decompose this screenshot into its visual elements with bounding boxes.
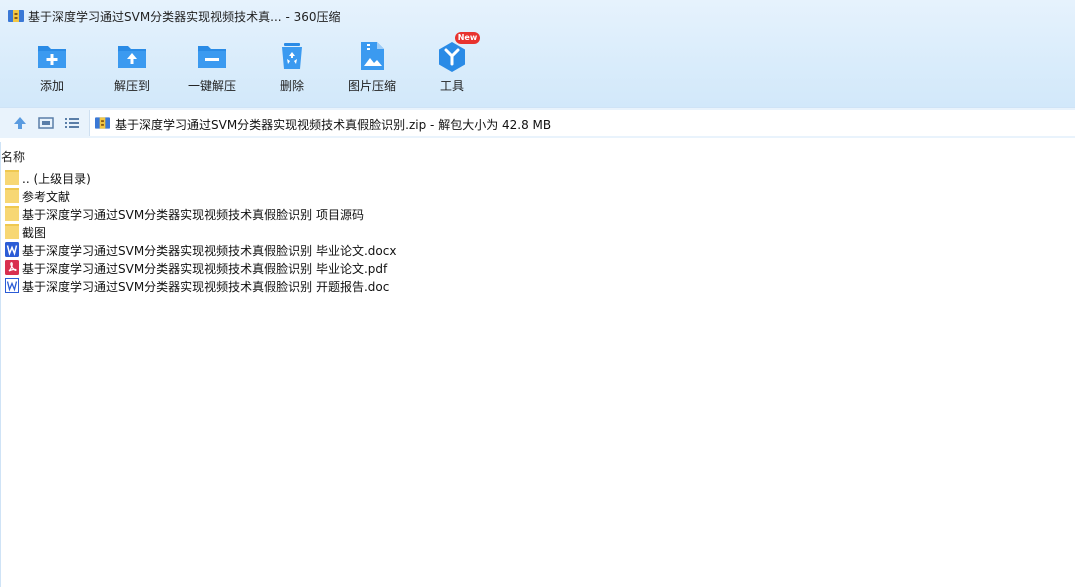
column-header-name[interactable]: 名称 (1, 148, 25, 165)
add-button[interactable]: 添加 (12, 36, 92, 100)
list-item[interactable]: 基于深度学习通过SVM分类器实现视频技术真假脸识别 项目源码 (5, 205, 605, 223)
add-archive-icon (38, 46, 66, 68)
recycle-bin-icon (282, 43, 302, 69)
pdf-file-icon (5, 260, 19, 275)
word-file-icon (5, 242, 19, 257)
image-compress-label: 图片压缩 (347, 79, 396, 93)
list-item[interactable]: 基于深度学习通过SVM分类器实现视频技术真假脸识别 毕业论文.docx (5, 241, 605, 259)
address-bar: 基于深度学习通过SVM分类器实现视频技术真假脸识别.zip - 解包大小为 42… (0, 107, 1075, 138)
list-item[interactable]: 参考文献 (5, 187, 605, 205)
list-item-name: 截图 (22, 226, 47, 240)
up-arrow-icon[interactable] (12, 115, 28, 131)
delete-label: 删除 (279, 79, 304, 93)
extract-to-button[interactable]: 解压到 (92, 36, 172, 100)
add-label: 添加 (39, 79, 64, 93)
list-item[interactable]: 基于深度学习通过SVM分类器实现视频技术真假脸识别 毕业论文.pdf (5, 259, 605, 277)
zip-archive-icon (95, 117, 110, 129)
tools-label: 工具 (439, 79, 464, 93)
extract-to-icon (118, 46, 146, 68)
folder-icon (5, 170, 19, 185)
list-item-name: 基于深度学习通过SVM分类器实现视频技术真假脸识别 开题报告.doc (22, 280, 390, 294)
folder-icon (5, 206, 19, 221)
thumbnail-view-icon[interactable] (38, 115, 54, 131)
delete-button[interactable]: 删除 (252, 36, 332, 100)
image-compress-icon (361, 42, 384, 70)
header-area: 基于深度学习通过SVM分类器实现视频技术真... - 360压缩 添加 解压到 (0, 0, 1075, 107)
file-list: 名称 .. (上级目录) 参考文献 基于深度学习通过SVM分类器实现视频技术真假… (0, 142, 1075, 587)
image-compress-button[interactable]: 图片压缩 (332, 36, 412, 100)
list-item-name: .. (上级目录) (22, 172, 91, 186)
list-item[interactable]: 基于深度学习通过SVM分类器实现视频技术真假脸识别 开题报告.doc (5, 277, 605, 295)
one-click-extract-button[interactable]: 一键解压 (172, 36, 252, 100)
path-field[interactable]: 基于深度学习通过SVM分类器实现视频技术真假脸识别.zip - 解包大小为 42… (89, 110, 1075, 136)
folder-icon (5, 224, 19, 239)
list-item-name: 基于深度学习通过SVM分类器实现视频技术真假脸识别 毕业论文.pdf (22, 262, 388, 276)
one-click-extract-label: 一键解压 (187, 79, 236, 93)
folder-icon (5, 188, 19, 203)
one-click-extract-icon (198, 46, 226, 68)
list-item-name: 基于深度学习通过SVM分类器实现视频技术真假脸识别 项目源码 (22, 208, 364, 222)
path-text: 基于深度学习通过SVM分类器实现视频技术真假脸识别.zip - 解包大小为 42… (115, 118, 552, 132)
app-archive-icon (8, 10, 24, 22)
window-title: 基于深度学习通过SVM分类器实现视频技术真... - 360压缩 (28, 10, 341, 24)
toolbar: 添加 解压到 一键解压 删除 图片压缩 工具 (0, 36, 560, 100)
list-view-icon[interactable] (64, 115, 80, 131)
list-item[interactable]: 截图 (5, 223, 605, 241)
list-item[interactable]: .. (上级目录) (5, 169, 605, 187)
extract-to-label: 解压到 (113, 79, 150, 93)
tools-button[interactable]: 工具 (412, 36, 492, 100)
new-badge: New (455, 32, 480, 44)
list-item-name: 参考文献 (22, 190, 71, 204)
tools-icon (439, 42, 465, 72)
word-doc-file-icon (5, 278, 19, 293)
title-bar: 基于深度学习通过SVM分类器实现视频技术真... - 360压缩 (0, 0, 1075, 32)
list-item-name: 基于深度学习通过SVM分类器实现视频技术真假脸识别 毕业论文.docx (22, 244, 397, 258)
